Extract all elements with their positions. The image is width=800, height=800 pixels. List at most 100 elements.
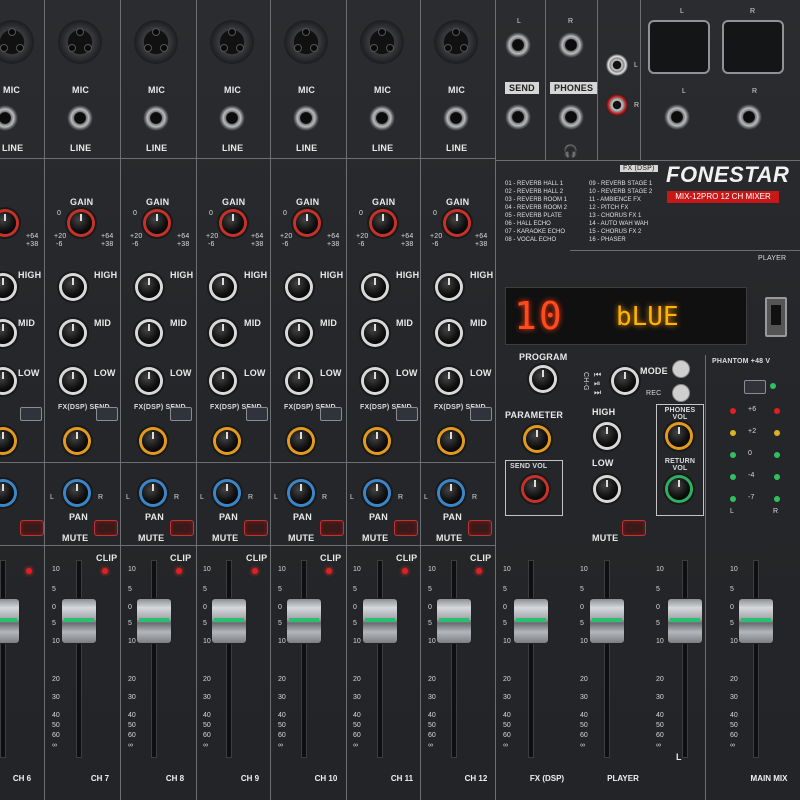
main-out-l-xlr[interactable]	[648, 20, 710, 74]
fx-return-r-jack[interactable]	[558, 32, 584, 58]
ch6-gain-knob[interactable]	[0, 212, 16, 234]
ch6-pan-knob[interactable]	[0, 482, 14, 504]
main-l-fader[interactable]	[667, 598, 703, 644]
main-r-fader[interactable]	[738, 598, 774, 644]
ch6-high-knob[interactable]	[0, 276, 14, 298]
ch7-gain-knob[interactable]	[70, 212, 92, 234]
ch8-low-knob[interactable]	[138, 370, 160, 392]
ch7-line-jack[interactable]	[67, 105, 93, 131]
ch8-fx-send-knob[interactable]	[142, 430, 164, 452]
rec-button[interactable]	[672, 384, 690, 402]
rca-white-jack[interactable]	[606, 54, 628, 76]
ch10-mic-xlr[interactable]	[284, 20, 328, 64]
ch6-mic-xlr[interactable]	[0, 20, 34, 64]
main-out-r-xlr[interactable]	[722, 20, 784, 74]
player-high-knob[interactable]	[596, 425, 618, 447]
ch10-fader[interactable]	[286, 598, 322, 644]
main-line-r-jack[interactable]	[736, 104, 762, 130]
ch7-high-knob[interactable]	[62, 276, 84, 298]
parameter-knob[interactable]	[526, 428, 548, 450]
ch11-mute-button[interactable]	[394, 520, 418, 536]
phones-jack[interactable]	[558, 104, 584, 130]
ch12-gain-knob[interactable]	[446, 212, 468, 234]
ch10-high-knob[interactable]	[288, 276, 310, 298]
ch11-mid-knob[interactable]	[364, 322, 386, 344]
ch8-mid-knob[interactable]	[138, 322, 160, 344]
ch9-pan-knob[interactable]	[216, 482, 238, 504]
player-low-knob[interactable]	[596, 478, 618, 500]
ch10-fx-send-knob[interactable]	[290, 430, 312, 452]
program-encoder[interactable]	[532, 368, 554, 390]
player-fader[interactable]	[589, 598, 625, 644]
phantom-switch[interactable]	[744, 380, 766, 394]
fx-send-jack[interactable]	[505, 104, 531, 130]
ch12-fx-toggle[interactable]	[470, 407, 492, 421]
ch12-pan-knob[interactable]	[440, 482, 462, 504]
ch9-low-knob[interactable]	[212, 370, 234, 392]
return-vol-knob[interactable]	[668, 478, 690, 500]
fx-return-fader[interactable]	[513, 598, 549, 644]
ch8-mic-xlr[interactable]	[134, 20, 178, 64]
ch10-line-jack[interactable]	[293, 105, 319, 131]
ch9-mid-knob[interactable]	[212, 322, 234, 344]
phones-vol-knob[interactable]	[668, 425, 690, 447]
ch6-mid-knob[interactable]	[0, 322, 14, 344]
ch6-fx-toggle[interactable]	[20, 407, 42, 421]
ch11-gain-knob[interactable]	[372, 212, 394, 234]
ch12-fx-send-knob[interactable]	[440, 430, 462, 452]
ch10-mute-button[interactable]	[320, 520, 344, 536]
main-line-l-jack[interactable]	[664, 104, 690, 130]
ch11-low-knob[interactable]	[364, 370, 386, 392]
ch7-mid-knob[interactable]	[62, 322, 84, 344]
ch10-low-knob[interactable]	[288, 370, 310, 392]
ch6-line-jack[interactable]	[0, 105, 18, 131]
ch9-mute-button[interactable]	[244, 520, 268, 536]
mode-button[interactable]	[672, 360, 690, 378]
ch9-fx-toggle[interactable]	[246, 407, 268, 421]
ch7-fx-send-knob[interactable]	[66, 430, 88, 452]
ch11-high-knob[interactable]	[364, 276, 386, 298]
fx-return-l-jack[interactable]	[505, 32, 531, 58]
transport-icons[interactable]: ⏮ ⏯ ⏭	[594, 370, 601, 397]
ch12-high-knob[interactable]	[438, 276, 460, 298]
ch6-fx-send-knob[interactable]	[0, 430, 14, 452]
ch8-high-knob[interactable]	[138, 276, 160, 298]
ch12-mute-button[interactable]	[468, 520, 492, 536]
ch12-fader[interactable]	[436, 598, 472, 644]
ch8-fx-toggle[interactable]	[170, 407, 192, 421]
ch8-fader[interactable]	[136, 598, 172, 644]
ch12-mic-xlr[interactable]	[434, 20, 478, 64]
ch7-pan-knob[interactable]	[66, 482, 88, 504]
usb-port[interactable]	[765, 297, 787, 337]
ch6-fader[interactable]	[0, 598, 20, 644]
ch6-low-knob[interactable]	[0, 370, 14, 392]
player-mute-button[interactable]	[622, 520, 646, 536]
ch9-mic-xlr[interactable]	[210, 20, 254, 64]
ch11-fx-send-knob[interactable]	[366, 430, 388, 452]
ch11-fader[interactable]	[362, 598, 398, 644]
ch7-mute-button[interactable]	[94, 520, 118, 536]
ch10-fx-toggle[interactable]	[320, 407, 342, 421]
ch9-line-jack[interactable]	[219, 105, 245, 131]
ch9-fx-send-knob[interactable]	[216, 430, 238, 452]
ch12-mid-knob[interactable]	[438, 322, 460, 344]
ch7-low-knob[interactable]	[62, 370, 84, 392]
ch11-fx-toggle[interactable]	[396, 407, 418, 421]
ch8-pan-knob[interactable]	[142, 482, 164, 504]
ch12-line-jack[interactable]	[443, 105, 469, 131]
ch11-line-jack[interactable]	[369, 105, 395, 131]
ch11-mic-xlr[interactable]	[360, 20, 404, 64]
rca-red-jack[interactable]	[606, 94, 628, 116]
ch10-gain-knob[interactable]	[296, 212, 318, 234]
ch9-high-knob[interactable]	[212, 276, 234, 298]
send-vol-knob[interactable]	[524, 478, 546, 500]
ch8-line-jack[interactable]	[143, 105, 169, 131]
ch12-low-knob[interactable]	[438, 370, 460, 392]
player-encoder[interactable]	[614, 370, 636, 392]
ch6-mute-button[interactable]	[20, 520, 44, 536]
ch11-pan-knob[interactable]	[366, 482, 388, 504]
ch9-fader[interactable]	[211, 598, 247, 644]
ch7-fx-toggle[interactable]	[96, 407, 118, 421]
ch8-mute-button[interactable]	[170, 520, 194, 536]
ch7-fader[interactable]	[61, 598, 97, 644]
